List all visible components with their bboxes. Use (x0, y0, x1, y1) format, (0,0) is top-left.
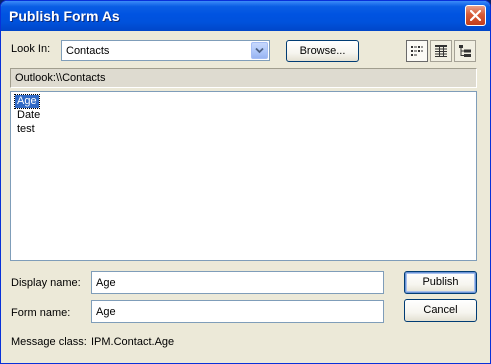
look-in-value: Contacts (66, 45, 110, 57)
forms-list[interactable]: Age Date test (10, 91, 477, 261)
title-bar[interactable]: Publish Form As (1, 1, 490, 31)
display-name-field[interactable]: Age (91, 271, 384, 294)
cancel-button[interactable]: Cancel (404, 299, 477, 322)
message-class-value: IPM.Contact.Age (91, 336, 175, 348)
list-item[interactable]: test (15, 123, 37, 136)
form-name-value: Age (96, 306, 116, 318)
close-button[interactable] (465, 5, 486, 26)
list-item[interactable]: Age (14, 94, 40, 109)
tree-view-icon (459, 45, 471, 57)
dropdown-arrow-button[interactable] (251, 42, 268, 59)
list-item[interactable]: Date (15, 109, 42, 122)
tree-view-button[interactable] (454, 40, 476, 62)
look-in-label: Look In: (11, 43, 51, 55)
current-path: Outlook:\\Contacts (15, 72, 106, 84)
publish-form-dialog: Publish Form As Look In: Contacts Browse… (0, 0, 491, 364)
look-in-dropdown[interactable]: Contacts (61, 40, 270, 61)
dialog-title: Publish Form As (9, 8, 120, 24)
display-name-label: Display name: (11, 277, 81, 289)
list-view-button[interactable] (406, 40, 428, 62)
chevron-down-icon (255, 47, 264, 54)
dialog-body: Look In: Contacts Browse... Outlook:\\Co… (4, 31, 487, 360)
current-path-bar: Outlook:\\Contacts (10, 68, 477, 88)
publish-button[interactable]: Publish (404, 271, 477, 294)
details-view-button[interactable] (430, 40, 452, 62)
close-icon (470, 10, 481, 21)
message-class-label: Message class: (11, 336, 87, 348)
display-name-value: Age (96, 277, 116, 289)
list-view-icon (411, 46, 423, 56)
form-name-label: Form name: (11, 307, 71, 319)
details-view-icon (435, 45, 447, 57)
browse-button[interactable]: Browse... (286, 40, 359, 62)
form-name-field[interactable]: Age (91, 300, 384, 323)
